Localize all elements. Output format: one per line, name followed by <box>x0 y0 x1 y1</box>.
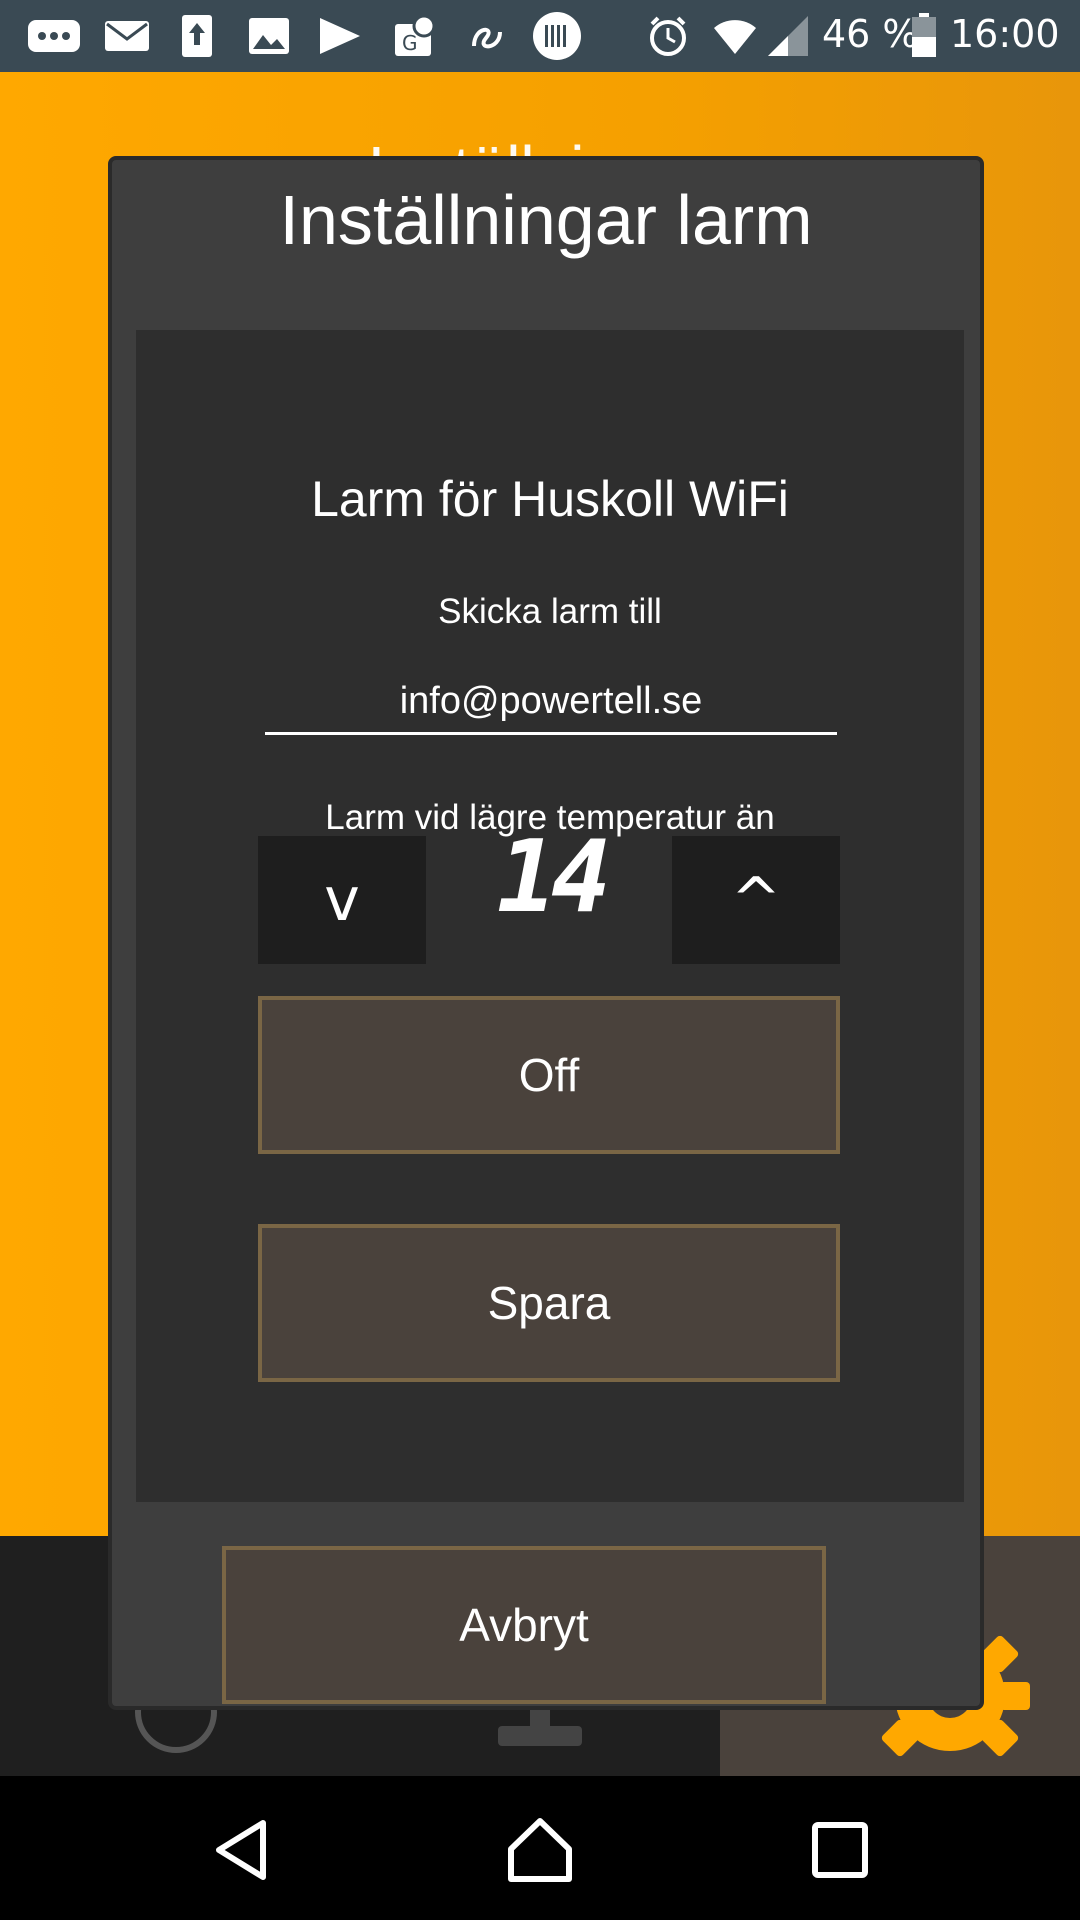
play-icon <box>316 14 364 58</box>
alarm-settings-dialog: Inställningar larm Larm för Huskoll WiFi… <box>108 156 984 1710</box>
dialog-title: Inställningar larm <box>279 181 813 259</box>
back-icon[interactable] <box>202 1810 282 1890</box>
panel-heading: Larm för Huskoll WiFi <box>311 471 789 527</box>
decrease-button[interactable]: v <box>258 836 426 964</box>
alarm-icon <box>646 14 690 58</box>
temperature-value: 14 <box>496 818 611 935</box>
save-button[interactable]: Spara <box>258 1224 840 1382</box>
maps-icon: G <box>394 14 436 58</box>
svg-text:G: G <box>402 31 418 55</box>
increase-button[interactable]: ^ <box>672 836 840 964</box>
signal-icon <box>766 14 810 58</box>
barcode-icon <box>532 12 582 60</box>
home-icon[interactable] <box>500 1810 580 1890</box>
off-button[interactable]: Off <box>258 996 840 1154</box>
email-field[interactable] <box>265 670 837 735</box>
battery-icon <box>910 13 938 58</box>
send-to-label: Skicka larm till <box>438 592 662 631</box>
navigation-bar <box>0 1776 1080 1920</box>
snapseed-icon <box>466 14 506 58</box>
status-bar: G 46 % 16:00 <box>0 0 1080 72</box>
upload-icon <box>180 14 214 58</box>
recents-icon[interactable] <box>800 1810 880 1890</box>
image-icon <box>248 14 290 58</box>
battery-percent: 46 % <box>822 12 919 56</box>
clock: 16:00 <box>950 12 1060 56</box>
more-icon <box>26 14 82 58</box>
wifi-icon <box>712 14 758 58</box>
cancel-button[interactable]: Avbryt <box>222 1546 826 1704</box>
mail-icon <box>104 14 150 58</box>
settings-panel: Larm för Huskoll WiFi Skicka larm till L… <box>136 330 964 1502</box>
